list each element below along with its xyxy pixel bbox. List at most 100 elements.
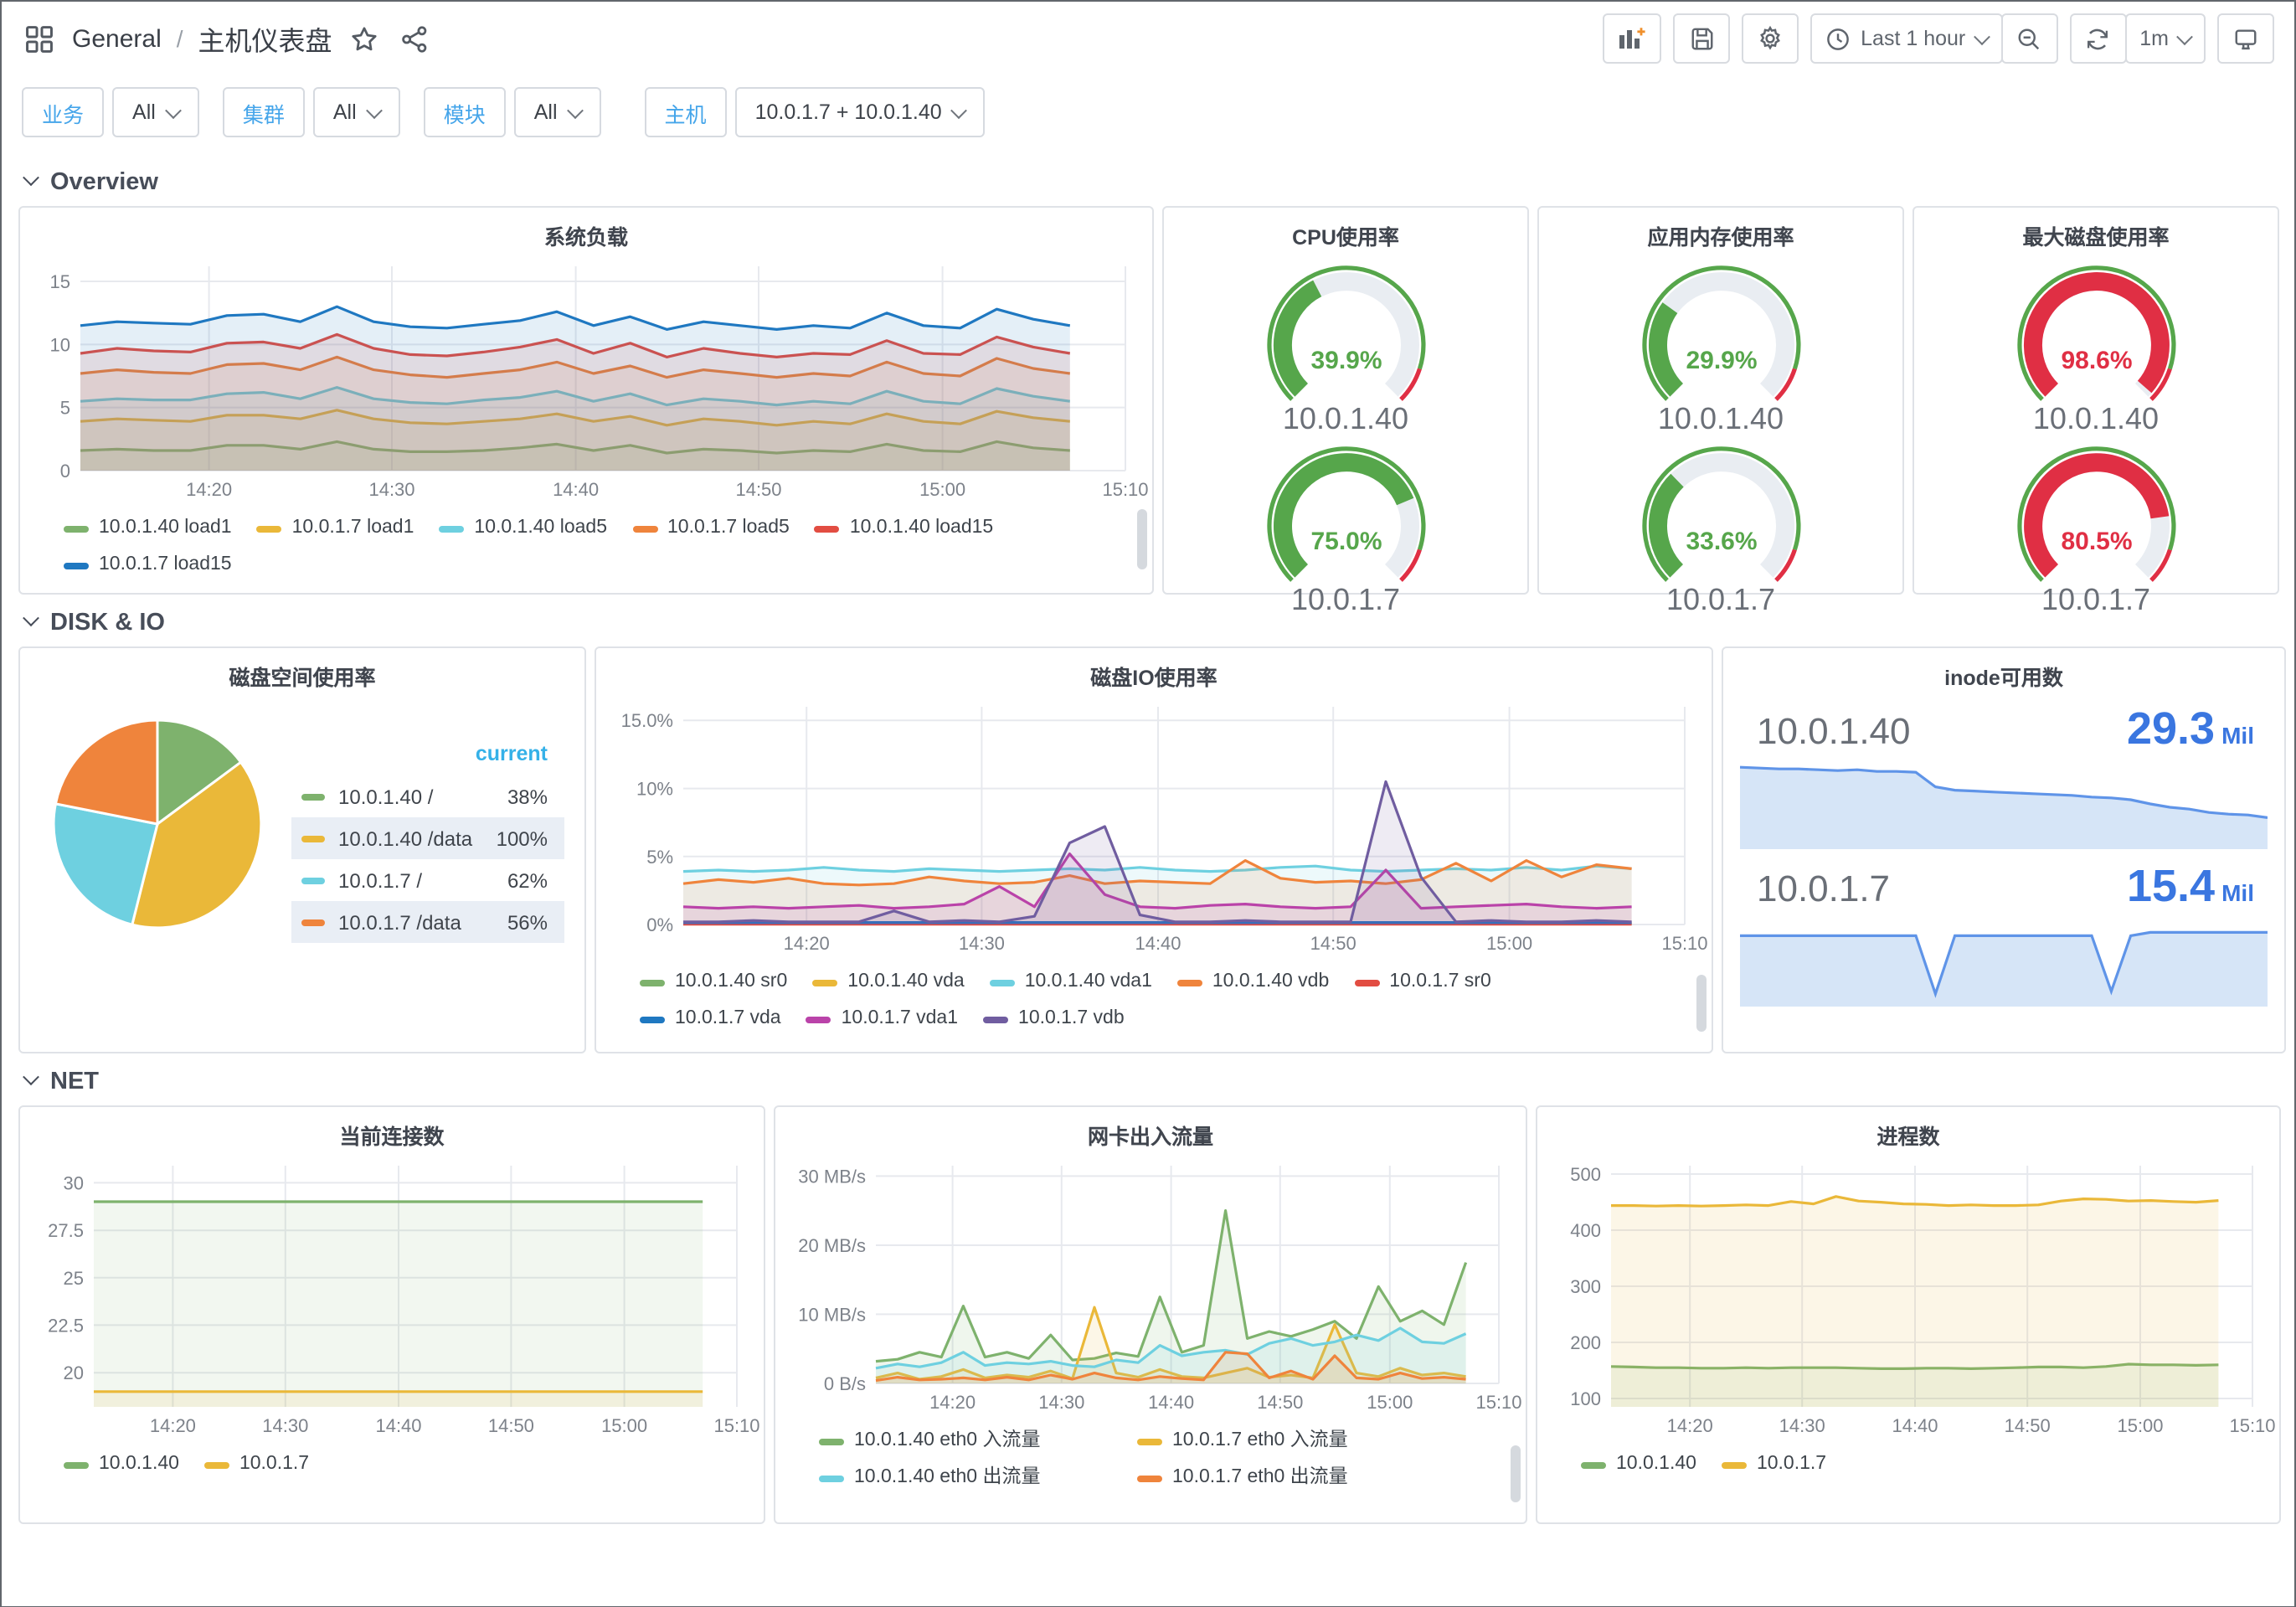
legend-item[interactable]: 10.0.1.7 load15 xyxy=(64,548,232,585)
legend-item[interactable]: 10.0.1.40 vda1 xyxy=(989,965,1152,1002)
legend-item[interactable]: 10.0.1.40 xyxy=(1581,1447,1696,1484)
processes-chart[interactable]: 100 200 300 400 500 14:20 14:30 14:40 14:50 15:00… xyxy=(1551,1156,2275,1440)
legend-item[interactable]: 10.0.1.40 load15 xyxy=(814,511,993,548)
pie-legend-row[interactable]: 10.0.1.40 /data 100% xyxy=(291,817,564,859)
chevron-down-icon xyxy=(23,169,39,187)
breadcrumb-separator: / xyxy=(176,25,183,52)
legend-item[interactable]: 10.0.1.40 vda xyxy=(812,965,965,1002)
filter-host-value[interactable]: 10.0.1.7 + 10.0.1.40 xyxy=(734,87,986,137)
filter-module-value[interactable]: All xyxy=(513,87,601,137)
panel-title: 最大磁盘使用率 xyxy=(2022,226,2170,250)
legend-item[interactable]: 10.0.1.7 eth0 入流量 xyxy=(1137,1424,1455,1460)
legend-item[interactable]: 10.0.1.7 load1 xyxy=(256,511,414,548)
gauge[interactable]: 33.6% 10.0.1.7 xyxy=(1595,439,1846,618)
pie-legend-row[interactable]: 10.0.1.40 /38% xyxy=(291,775,564,817)
legend-item[interactable]: 10.0.1.7 eth0 出流量 xyxy=(1137,1460,1455,1497)
pie-legend-header[interactable]: current xyxy=(291,737,564,775)
filter-cluster-value[interactable]: All xyxy=(312,87,400,137)
section-header-net[interactable]: NET xyxy=(2,1053,2294,1105)
cycle-view-mode-button[interactable] xyxy=(2217,13,2274,64)
legend-item[interactable]: 10.0.1.40 vdb xyxy=(1176,965,1329,1002)
panel-title: 磁盘IO使用率 xyxy=(1090,667,1217,690)
disk-io-chart[interactable]: 0% 5% 10% 15.0% 14:20 14:30 14:40 14:50 15:00 15:… xyxy=(610,697,1708,958)
filter-business-value[interactable]: All xyxy=(112,87,199,137)
legend-swatch xyxy=(301,835,325,842)
star-icon[interactable] xyxy=(347,21,383,56)
svg-text:14:30: 14:30 xyxy=(368,479,414,500)
legend-scrollbar[interactable] xyxy=(1511,1445,1521,1502)
legend-item[interactable]: 10.0.1.40 load1 xyxy=(64,511,232,548)
time-range-group: Last 1 hour xyxy=(1810,13,2058,64)
pie-legend-row[interactable]: 10.0.1.7 /data 56% xyxy=(291,901,564,943)
svg-text:25: 25 xyxy=(64,1268,84,1289)
sparkstat-row[interactable]: 10.0.1.40 29.3 Mil xyxy=(1740,703,2268,849)
legend-item[interactable]: 10.0.1.7 xyxy=(1721,1447,1826,1484)
refresh-interval-picker[interactable]: 1m xyxy=(2124,13,2206,64)
disk-space-pie[interactable] xyxy=(47,713,268,943)
dashboards-grid-icon[interactable] xyxy=(22,21,57,56)
sparkstat-row[interactable]: 10.0.1.7 15.4 Mil xyxy=(1740,861,2268,1007)
save-dashboard-button[interactable] xyxy=(1673,13,1731,64)
legend-item[interactable]: 10.0.1.40 xyxy=(64,1447,179,1484)
panel-processes: 进程数 100 200 300 400 500 14:20 14:30 14:40 14:50 1… xyxy=(1536,1105,2281,1524)
svg-text:14:30: 14:30 xyxy=(959,933,1005,954)
add-panel-button[interactable] xyxy=(1603,13,1662,64)
gauge[interactable]: 80.5% 10.0.1.7 xyxy=(1970,439,2221,618)
section-header-overview[interactable]: Overview xyxy=(2,154,2294,206)
svg-text:10: 10 xyxy=(50,334,70,355)
legend-item[interactable]: 10.0.1.40 sr0 xyxy=(640,965,787,1002)
legend-scrollbar[interactable] xyxy=(1137,509,1147,569)
panel-title: 当前连接数 xyxy=(339,1125,445,1149)
stat-value: 29.3 Mil xyxy=(2126,703,2254,754)
inode-stats[interactable]: 10.0.1.40 29.3 Mil 10.0.1.7 15.4 Mil xyxy=(1737,697,2271,1007)
pie-legend-row[interactable]: 10.0.1.7 /62% xyxy=(291,859,564,901)
disk-gauges[interactable]: 98.6% 10.0.1.40 80.5% 10.0.1.7 xyxy=(1928,256,2264,618)
gauge-host-label: 10.0.1.7 xyxy=(1665,583,1776,616)
legend-item[interactable]: 10.0.1.40 eth0 出流量 xyxy=(819,1460,1137,1497)
legend-item[interactable]: 10.0.1.7 vda xyxy=(640,1002,781,1038)
legend-item[interactable]: 10.0.1.7 sr0 xyxy=(1354,965,1491,1002)
svg-text:14:40: 14:40 xyxy=(1892,1415,1938,1436)
time-range-picker[interactable]: Last 1 hour xyxy=(1810,13,2003,64)
pie-legend-value: 62% xyxy=(507,868,548,892)
disk-space-legend-table: current 10.0.1.40 /38% 10.0.1.40 /data 10… xyxy=(291,737,564,943)
pie-legend-value: 100% xyxy=(496,827,548,850)
memory-gauges[interactable]: 29.9% 10.0.1.40 33.6% 10.0.1.7 xyxy=(1552,256,1889,618)
legend-item[interactable]: 10.0.1.40 load5 xyxy=(439,511,607,548)
svg-text:14:20: 14:20 xyxy=(150,1415,196,1436)
filter-business-label: 业务 xyxy=(22,87,105,137)
svg-text:15:10: 15:10 xyxy=(713,1415,759,1436)
gauge[interactable]: 98.6% 10.0.1.40 xyxy=(1970,258,2221,437)
panel-title: 网卡出入流量 xyxy=(1087,1125,1213,1149)
panel-title: 系统负载 xyxy=(543,226,628,250)
legend-item[interactable]: 10.0.1.40 eth0 入流量 xyxy=(819,1424,1137,1460)
toolbar: Last 1 hour 1m xyxy=(1603,13,2274,64)
legend-item[interactable]: 10.0.1.7 vdb xyxy=(983,1002,1125,1038)
legend-item[interactable]: 10.0.1.7 vda1 xyxy=(806,1002,958,1038)
svg-text:14:20: 14:20 xyxy=(784,933,830,954)
svg-text:20: 20 xyxy=(64,1362,84,1383)
svg-text:15:00: 15:00 xyxy=(601,1415,647,1436)
legend-scrollbar[interactable] xyxy=(1696,975,1707,1032)
stat-host-label: 10.0.1.7 xyxy=(1757,868,1891,909)
legend-swatch xyxy=(301,793,325,800)
stat-host-label: 10.0.1.40 xyxy=(1757,710,1911,752)
filter-business: 业务 All xyxy=(22,87,199,137)
connections-chart[interactable]: 20 22.5 25 27.5 30 14:20 14:30 14:40 14:50 15:00 1… xyxy=(33,1156,760,1440)
cpu-gauges[interactable]: 39.9% 10.0.1.40 75.0% 10.0.1.7 xyxy=(1177,256,1514,618)
svg-text:5: 5 xyxy=(60,398,70,419)
refresh-button[interactable] xyxy=(2069,13,2127,64)
legend-item[interactable]: 10.0.1.7 xyxy=(203,1447,309,1484)
settings-gear-button[interactable] xyxy=(1742,13,1799,64)
system-load-chart[interactable]: 0 5 10 15 14:20 14:30 14:40 14:50 15:00 15:10 xyxy=(33,256,1149,504)
page-title[interactable]: 主机仪表盘 xyxy=(198,18,332,59)
net-traffic-chart[interactable]: 0 B/s 10 MB/s 20 MB/s 30 MB/s 14:20 14:30 14:4… xyxy=(789,1156,1522,1417)
gauge[interactable]: 29.9% 10.0.1.40 xyxy=(1595,258,1846,437)
zoom-out-button[interactable] xyxy=(2000,13,2058,64)
legend-item[interactable]: 10.0.1.7 load5 xyxy=(632,511,790,548)
breadcrumb-folder[interactable]: General xyxy=(72,24,162,53)
gauge[interactable]: 75.0% 10.0.1.7 xyxy=(1220,439,1471,618)
gauge[interactable]: 39.9% 10.0.1.40 xyxy=(1220,258,1471,437)
share-icon[interactable] xyxy=(398,21,433,56)
gauge-host-label: 10.0.1.7 xyxy=(2041,583,2151,616)
